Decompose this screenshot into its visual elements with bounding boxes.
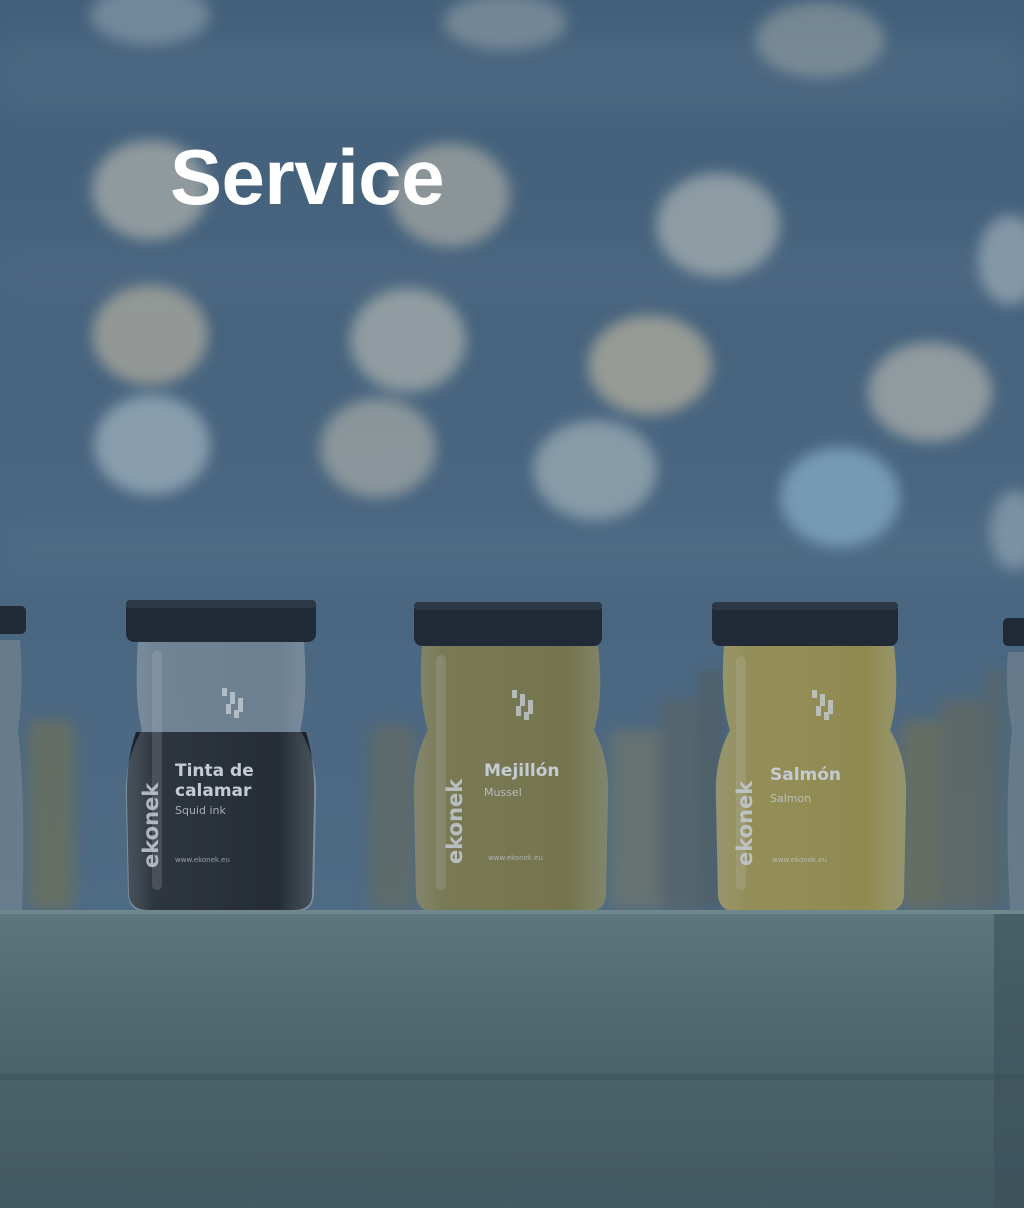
hero-photo: ekonek Tinta de calamar Squid ink www.ek… <box>0 0 1024 1208</box>
color-overlay <box>0 0 1024 1208</box>
hero-title: Service <box>170 133 445 221</box>
hero-banner: ekonek Tinta de calamar Squid ink www.ek… <box>0 0 1024 1208</box>
